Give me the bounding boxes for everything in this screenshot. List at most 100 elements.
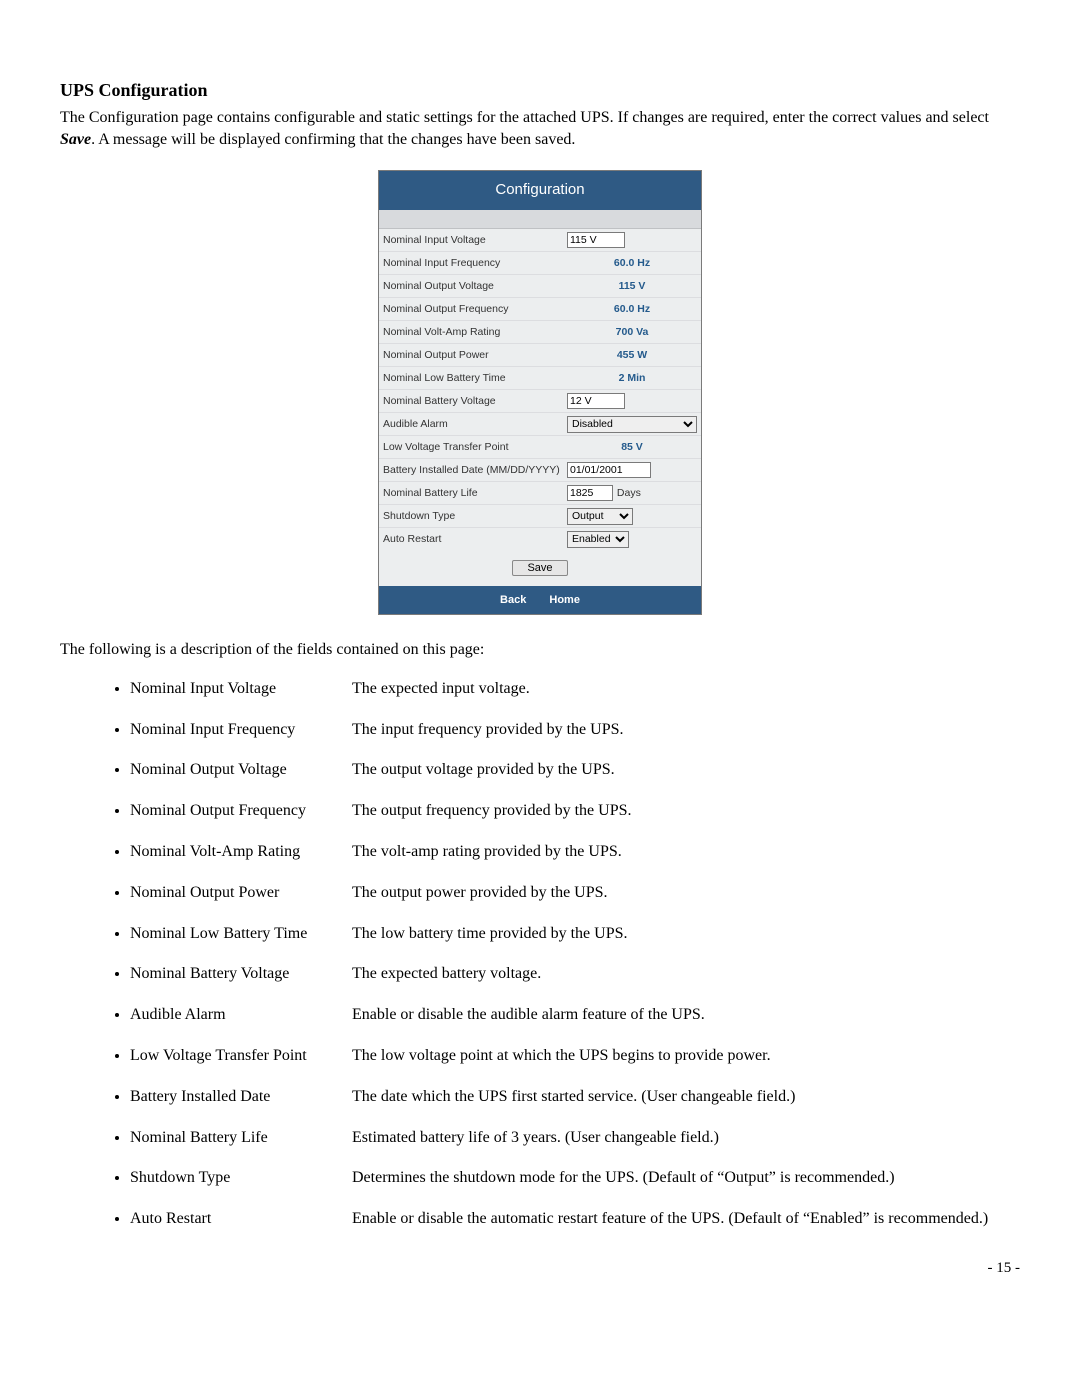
config-label: Nominal Input Frequency	[383, 257, 567, 269]
config-value-static: 85 V	[567, 441, 697, 453]
field-term: Battery Installed Date	[130, 1087, 352, 1108]
field-desc: The output voltage provided by the UPS.	[352, 760, 992, 781]
config-value-static: 2 Min	[567, 372, 697, 384]
config-row-nom_bat_v: Nominal Battery Voltage	[379, 390, 701, 413]
field-item: Nominal Input FrequencyThe input frequen…	[130, 720, 1020, 741]
field-term: Nominal Low Battery Time	[130, 924, 352, 945]
field-item: Nominal Input VoltageThe expected input …	[130, 679, 1020, 700]
panel-body: Nominal Input Voltage Nominal Input Frequ…	[379, 229, 701, 550]
config-value-static: 60.0 Hz	[567, 257, 697, 269]
save-button[interactable]: Save	[512, 560, 567, 576]
config-row-nom_out_f: Nominal Output Frequency60.0 Hz	[379, 298, 701, 321]
field-term: Nominal Battery Voltage	[130, 964, 352, 985]
config-label: Nominal Low Battery Time	[383, 372, 567, 384]
field-desc: The date which the UPS first started ser…	[352, 1087, 992, 1108]
panel-spacer	[379, 210, 701, 229]
intro-text-2: . A message will be displayed confirming…	[91, 131, 575, 148]
config-row-nom_in_v: Nominal Input Voltage	[379, 229, 701, 252]
config-label: Auto Restart	[383, 533, 567, 545]
config-input-nom_in_v[interactable]	[567, 232, 625, 248]
config-label: Nominal Output Frequency	[383, 303, 567, 315]
field-term: Nominal Battery Life	[130, 1128, 352, 1149]
config-value-wrap	[567, 393, 697, 409]
config-label: Battery Installed Date (MM/DD/YYYY)	[383, 464, 567, 476]
field-description-list: Nominal Input VoltageThe expected input …	[60, 679, 1020, 1230]
field-item: Nominal Output PowerThe output power pro…	[130, 883, 1020, 904]
config-value-wrap: Output	[567, 508, 697, 525]
intro-paragraph: The Configuration page contains configur…	[60, 107, 1020, 150]
panel-title: Configuration	[379, 171, 701, 210]
config-value-static: 700 Va	[567, 326, 697, 338]
configuration-panel: Configuration Nominal Input VoltageNomin…	[378, 170, 702, 615]
config-value-static: 115 V	[567, 280, 697, 292]
field-item: Nominal Battery VoltageThe expected batt…	[130, 964, 1020, 985]
config-row-shutdown: Shutdown TypeOutput	[379, 505, 701, 528]
field-term: Nominal Output Power	[130, 883, 352, 904]
field-item: Nominal Low Battery TimeThe low battery …	[130, 924, 1020, 945]
config-value-wrap: Enabled	[567, 531, 697, 548]
panel-footer: Back Home	[379, 586, 701, 614]
field-item: Nominal Output VoltageThe output voltage…	[130, 760, 1020, 781]
config-label: Shutdown Type	[383, 510, 567, 522]
field-desc: The volt-amp rating provided by the UPS.	[352, 842, 992, 863]
field-item: Audible AlarmEnable or disable the audib…	[130, 1005, 1020, 1026]
field-desc: Estimated battery life of 3 years. (User…	[352, 1128, 992, 1149]
config-value-wrap	[567, 232, 697, 248]
field-term: Nominal Volt-Amp Rating	[130, 842, 352, 863]
field-term: Audible Alarm	[130, 1005, 352, 1026]
config-input-bat_date[interactable]	[567, 462, 651, 478]
field-item: Low Voltage Transfer PointThe low voltag…	[130, 1046, 1020, 1067]
config-row-nom_lowbat_t: Nominal Low Battery Time2 Min	[379, 367, 701, 390]
save-row: Save	[379, 550, 701, 586]
field-desc: The input frequency provided by the UPS.	[352, 720, 992, 741]
field-desc: The expected input voltage.	[352, 679, 992, 700]
config-row-aud_alarm: Audible AlarmDisabled	[379, 413, 701, 436]
config-unit: Days	[614, 487, 641, 499]
config-input-nom_bat_life[interactable]	[567, 485, 613, 501]
config-label: Low Voltage Transfer Point	[383, 441, 567, 453]
page-number: - 15 -	[60, 1260, 1020, 1277]
config-input-nom_bat_v[interactable]	[567, 393, 625, 409]
config-label: Audible Alarm	[383, 418, 567, 430]
field-term: Nominal Output Voltage	[130, 760, 352, 781]
field-desc: The expected battery voltage.	[352, 964, 992, 985]
section-heading: UPS Configuration	[60, 80, 1020, 101]
config-label: Nominal Output Power	[383, 349, 567, 361]
config-value-wrap: Disabled	[567, 416, 697, 433]
config-value-wrap: Days	[567, 485, 697, 501]
field-desc: Enable or disable the audible alarm feat…	[352, 1005, 992, 1026]
field-term: Low Voltage Transfer Point	[130, 1046, 352, 1067]
config-label: Nominal Battery Life	[383, 487, 567, 499]
config-row-nom_va: Nominal Volt-Amp Rating700 Va	[379, 321, 701, 344]
field-item: Nominal Battery LifeEstimated battery li…	[130, 1128, 1020, 1149]
description-intro: The following is a description of the fi…	[60, 639, 1020, 661]
config-row-nom_out_p: Nominal Output Power455 W	[379, 344, 701, 367]
field-desc: The low battery time provided by the UPS…	[352, 924, 992, 945]
back-link[interactable]: Back	[500, 594, 526, 606]
config-select-auto_restart[interactable]: Enabled	[567, 531, 629, 548]
field-desc: The output frequency provided by the UPS…	[352, 801, 992, 822]
config-label: Nominal Output Voltage	[383, 280, 567, 292]
intro-text-1: The Configuration page contains configur…	[60, 109, 989, 126]
config-row-auto_restart: Auto RestartEnabled	[379, 528, 701, 550]
field-item: Shutdown TypeDetermines the shutdown mod…	[130, 1168, 1020, 1189]
config-row-bat_date: Battery Installed Date (MM/DD/YYYY)	[379, 459, 701, 482]
field-term: Nominal Input Voltage	[130, 679, 352, 700]
field-desc: The low voltage point at which the UPS b…	[352, 1046, 992, 1067]
field-term: Nominal Input Frequency	[130, 720, 352, 741]
field-term: Nominal Output Frequency	[130, 801, 352, 822]
field-term: Auto Restart	[130, 1209, 352, 1230]
config-row-nom_out_v: Nominal Output Voltage115 V	[379, 275, 701, 298]
field-desc: Enable or disable the automatic restart …	[352, 1209, 992, 1230]
config-select-aud_alarm[interactable]: Disabled	[567, 416, 697, 433]
field-item: Auto RestartEnable or disable the automa…	[130, 1209, 1020, 1230]
config-value-wrap	[567, 462, 697, 478]
field-item: Nominal Output FrequencyThe output frequ…	[130, 801, 1020, 822]
home-link[interactable]: Home	[549, 594, 580, 606]
config-row-nom_bat_life: Nominal Battery Life Days	[379, 482, 701, 505]
config-select-shutdown[interactable]: Output	[567, 508, 633, 525]
field-term: Shutdown Type	[130, 1168, 352, 1189]
field-desc: The output power provided by the UPS.	[352, 883, 992, 904]
config-label: Nominal Input Voltage	[383, 234, 567, 246]
intro-save-word: Save	[60, 131, 91, 148]
